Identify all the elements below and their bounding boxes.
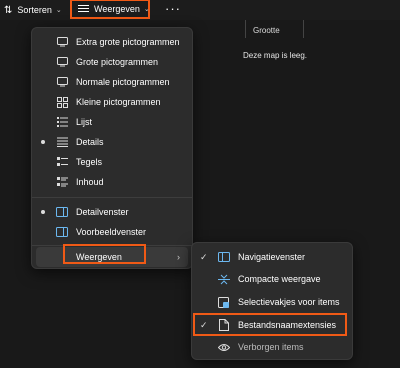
view-label: Weergeven [94, 4, 140, 14]
empty-folder-message: Deze map is leeg. [243, 51, 308, 60]
command-bar: ⇅ Sorteren ⌄ Weergeven ⌄ ··· [0, 0, 400, 20]
menu-item-label: Details [76, 137, 104, 147]
menu-item-preview-pane[interactable]: Voorbeeldvenster [32, 222, 192, 242]
menu-item-list[interactable]: Lijst [32, 112, 192, 132]
view-menu: Extra grote pictogrammen Grote pictogram… [31, 27, 193, 269]
show-submenu: ✓ Navigatievenster Compacte weergave Sel… [191, 242, 353, 360]
menu-item-large-icons[interactable]: Grote pictogrammen [32, 52, 192, 72]
menu-item-label: Lijst [76, 117, 93, 127]
highlight-box [193, 313, 347, 336]
monitor-icon [56, 56, 68, 68]
checkbox-icon [218, 296, 230, 308]
small-icons-icon [56, 96, 68, 108]
monitor-icon [56, 36, 68, 48]
column-divider[interactable] [245, 20, 246, 38]
compact-view-icon [218, 273, 230, 285]
details-icon [56, 136, 68, 148]
submenu-item-hidden-items[interactable]: Verborgen items [192, 337, 352, 357]
checkmark-icon: ✓ [200, 251, 208, 262]
menu-item-details-pane[interactable]: Detailvenster [32, 202, 192, 222]
menu-item-label: Tegels [76, 157, 103, 167]
sort-icon: ⇅ [4, 4, 13, 16]
preview-pane-icon [56, 226, 68, 238]
sort-button[interactable]: ⇅ Sorteren ⌄ [4, 2, 62, 18]
eye-icon [218, 341, 230, 353]
menu-item-label: Voorbeeldvenster [76, 227, 147, 237]
view-icon [78, 4, 89, 15]
menu-item-label: Compacte weergave [238, 274, 321, 284]
menu-item-label: Selectievakjes voor items [238, 297, 340, 307]
column-header-size[interactable]: Grootte [253, 26, 280, 35]
menu-item-label: Detailvenster [76, 207, 129, 217]
column-divider[interactable] [303, 20, 304, 38]
chevron-down-icon: ⌄ [55, 7, 62, 14]
submenu-item-compact-view[interactable]: Compacte weergave [192, 269, 352, 289]
menu-item-label: Grote pictogrammen [76, 57, 159, 67]
submenu-item-navigation-pane[interactable]: ✓ Navigatievenster [192, 247, 352, 267]
menu-separator [32, 197, 192, 198]
monitor-icon [56, 76, 68, 88]
menu-item-label: Kleine pictogrammen [76, 97, 161, 107]
menu-item-content[interactable]: Inhoud [32, 172, 192, 192]
menu-item-tiles[interactable]: Tegels [32, 152, 192, 172]
menu-item-label: Verborgen items [238, 342, 304, 352]
chevron-right-icon: › [177, 252, 180, 262]
menu-item-normal-icons[interactable]: Normale pictogrammen [32, 72, 192, 92]
menu-item-label: Extra grote pictogrammen [76, 37, 180, 47]
menu-item-extra-large-icons[interactable]: Extra grote pictogrammen [32, 32, 192, 52]
submenu-item-item-checkboxes[interactable]: Selectievakjes voor items [192, 292, 352, 312]
sort-label: Sorteren [17, 5, 52, 15]
menu-item-small-icons[interactable]: Kleine pictogrammen [32, 92, 192, 112]
tiles-icon [56, 156, 68, 168]
highlight-box [63, 244, 146, 264]
menu-item-label: Navigatievenster [238, 252, 306, 262]
selected-dot-icon [41, 210, 45, 214]
navigation-pane-icon [218, 251, 230, 263]
details-pane-icon [56, 206, 68, 218]
menu-item-label: Normale pictogrammen [76, 77, 170, 87]
view-button[interactable]: Weergeven ⌄ [70, 0, 150, 19]
list-icon [56, 116, 68, 128]
more-options-button[interactable]: ··· [165, 0, 181, 16]
selected-dot-icon [41, 140, 45, 144]
content-icon [56, 176, 68, 188]
menu-item-details[interactable]: Details [32, 132, 192, 152]
menu-item-label: Inhoud [76, 177, 104, 187]
chevron-down-icon: ⌄ [143, 6, 150, 13]
